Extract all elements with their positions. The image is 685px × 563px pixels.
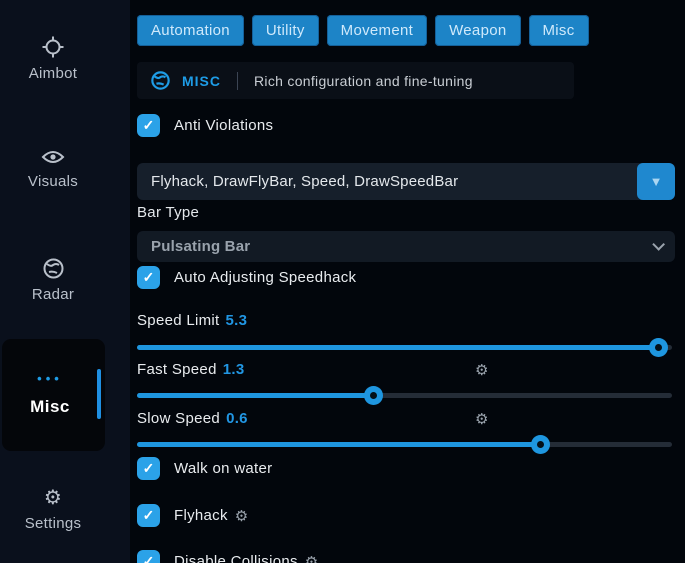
sidebar-item-misc[interactable]: ••• Misc — [2, 339, 105, 451]
slider-fill — [137, 442, 541, 447]
flyhack-label: Flyhack ⚙ — [174, 507, 249, 525]
tab-misc[interactable]: Misc — [529, 15, 589, 46]
speed-limit-label: Speed Limit 5.3 — [137, 312, 247, 329]
walk-on-water-row: ✓ Walk on water — [137, 457, 272, 480]
section-title: MISC — [182, 73, 221, 89]
fast-speed-gear-icon[interactable]: ⚙ — [475, 361, 488, 379]
anti-violations-checkbox[interactable]: ✓ — [137, 114, 160, 137]
tab-movement[interactable]: Movement — [327, 15, 427, 46]
tab-utility[interactable]: Utility — [252, 15, 319, 46]
main-content: Automation Utility Movement Weapon Misc … — [137, 0, 675, 563]
walk-on-water-checkbox[interactable]: ✓ — [137, 457, 160, 480]
tab-bar: Automation Utility Movement Weapon Misc — [137, 15, 589, 46]
anti-violations-row: ✓ Anti Violations — [137, 114, 273, 137]
ellipsis-icon: ••• — [2, 371, 98, 386]
auto-adjusting-checkbox[interactable]: ✓ — [137, 266, 160, 289]
sidebar-item-label: Settings — [25, 515, 82, 532]
section-subtitle: Rich configuration and fine-tuning — [254, 73, 473, 89]
bar-type-value: Pulsating Bar — [151, 238, 250, 255]
slider-name: Speed Limit — [137, 312, 220, 329]
tab-automation[interactable]: Automation — [137, 15, 244, 46]
globe-icon — [0, 258, 106, 279]
fast-speed-label: Fast Speed 1.3 — [137, 361, 244, 378]
crosshair-icon — [0, 36, 106, 58]
disable-collisions-label: Disable Collisions ⚙ — [174, 553, 319, 563]
sidebar-item-visuals[interactable]: Visuals — [0, 148, 106, 190]
bar-type-label: Bar Type — [137, 204, 199, 221]
selected-indicator — [97, 369, 101, 419]
slow-speed-slider[interactable] — [137, 435, 675, 453]
disable-collisions-row: ✓ Disable Collisions ⚙ — [137, 550, 319, 563]
slider-fill — [137, 393, 374, 398]
toggle-name: Flyhack — [174, 507, 228, 524]
sidebar-item-label: Visuals — [28, 173, 78, 190]
sidebar-item-label: Misc — [2, 397, 98, 417]
auto-adjusting-label: Auto Adjusting Speedhack — [174, 269, 356, 286]
anti-violations-label: Anti Violations — [174, 117, 273, 134]
disable-collisions-gear-icon[interactable]: ⚙ — [305, 553, 319, 563]
bar-type-select[interactable]: Pulsating Bar — [137, 231, 675, 262]
flyhack-row: ✓ Flyhack ⚙ — [137, 504, 249, 527]
eye-icon — [0, 148, 106, 166]
disable-collisions-checkbox[interactable]: ✓ — [137, 550, 160, 563]
chevron-down-icon — [652, 238, 665, 251]
triangle-down-icon: ▼ — [650, 174, 663, 189]
walk-on-water-label: Walk on water — [174, 460, 272, 477]
sidebar-item-label: Radar — [32, 286, 74, 303]
flyhack-gear-icon[interactable]: ⚙ — [235, 507, 249, 525]
tab-weapon[interactable]: Weapon — [435, 15, 520, 46]
auto-adjusting-row: ✓ Auto Adjusting Speedhack — [137, 266, 356, 289]
slider-value: 5.3 — [226, 312, 248, 329]
globe-icon — [151, 71, 170, 90]
slider-value: 1.3 — [223, 361, 245, 378]
section-header: MISC Rich configuration and fine-tuning — [137, 62, 574, 99]
slider-value: 0.6 — [226, 410, 248, 427]
bar-multiselect-open-button[interactable]: ▼ — [637, 163, 675, 200]
gear-icon: ⚙ — [0, 488, 106, 508]
slider-name: Fast Speed — [137, 361, 217, 378]
slow-speed-label: Slow Speed 0.6 — [137, 410, 248, 427]
fast-speed-slider[interactable] — [137, 386, 675, 404]
bar-multiselect-value: Flyhack, DrawFlyBar, Speed, DrawSpeedBar — [137, 173, 637, 190]
slider-name: Slow Speed — [137, 410, 220, 427]
speed-limit-slider[interactable] — [137, 338, 675, 356]
divider — [237, 72, 238, 90]
slider-thumb[interactable] — [531, 435, 550, 454]
toggle-name: Disable Collisions — [174, 553, 298, 563]
slider-fill — [137, 345, 659, 350]
slider-thumb[interactable] — [364, 386, 383, 405]
flyhack-checkbox[interactable]: ✓ — [137, 504, 160, 527]
slider-thumb[interactable] — [649, 338, 668, 357]
sidebar-item-settings[interactable]: ⚙ Settings — [0, 488, 106, 532]
slow-speed-gear-icon[interactable]: ⚙ — [475, 410, 488, 428]
sidebar-item-label: Aimbot — [29, 65, 78, 82]
sidebar: Aimbot Visuals Radar ••• Misc ⚙ Settings — [0, 0, 130, 563]
sidebar-item-aimbot[interactable]: Aimbot — [0, 36, 106, 82]
sidebar-item-radar[interactable]: Radar — [0, 258, 106, 303]
bar-multiselect[interactable]: Flyhack, DrawFlyBar, Speed, DrawSpeedBar… — [137, 163, 675, 200]
